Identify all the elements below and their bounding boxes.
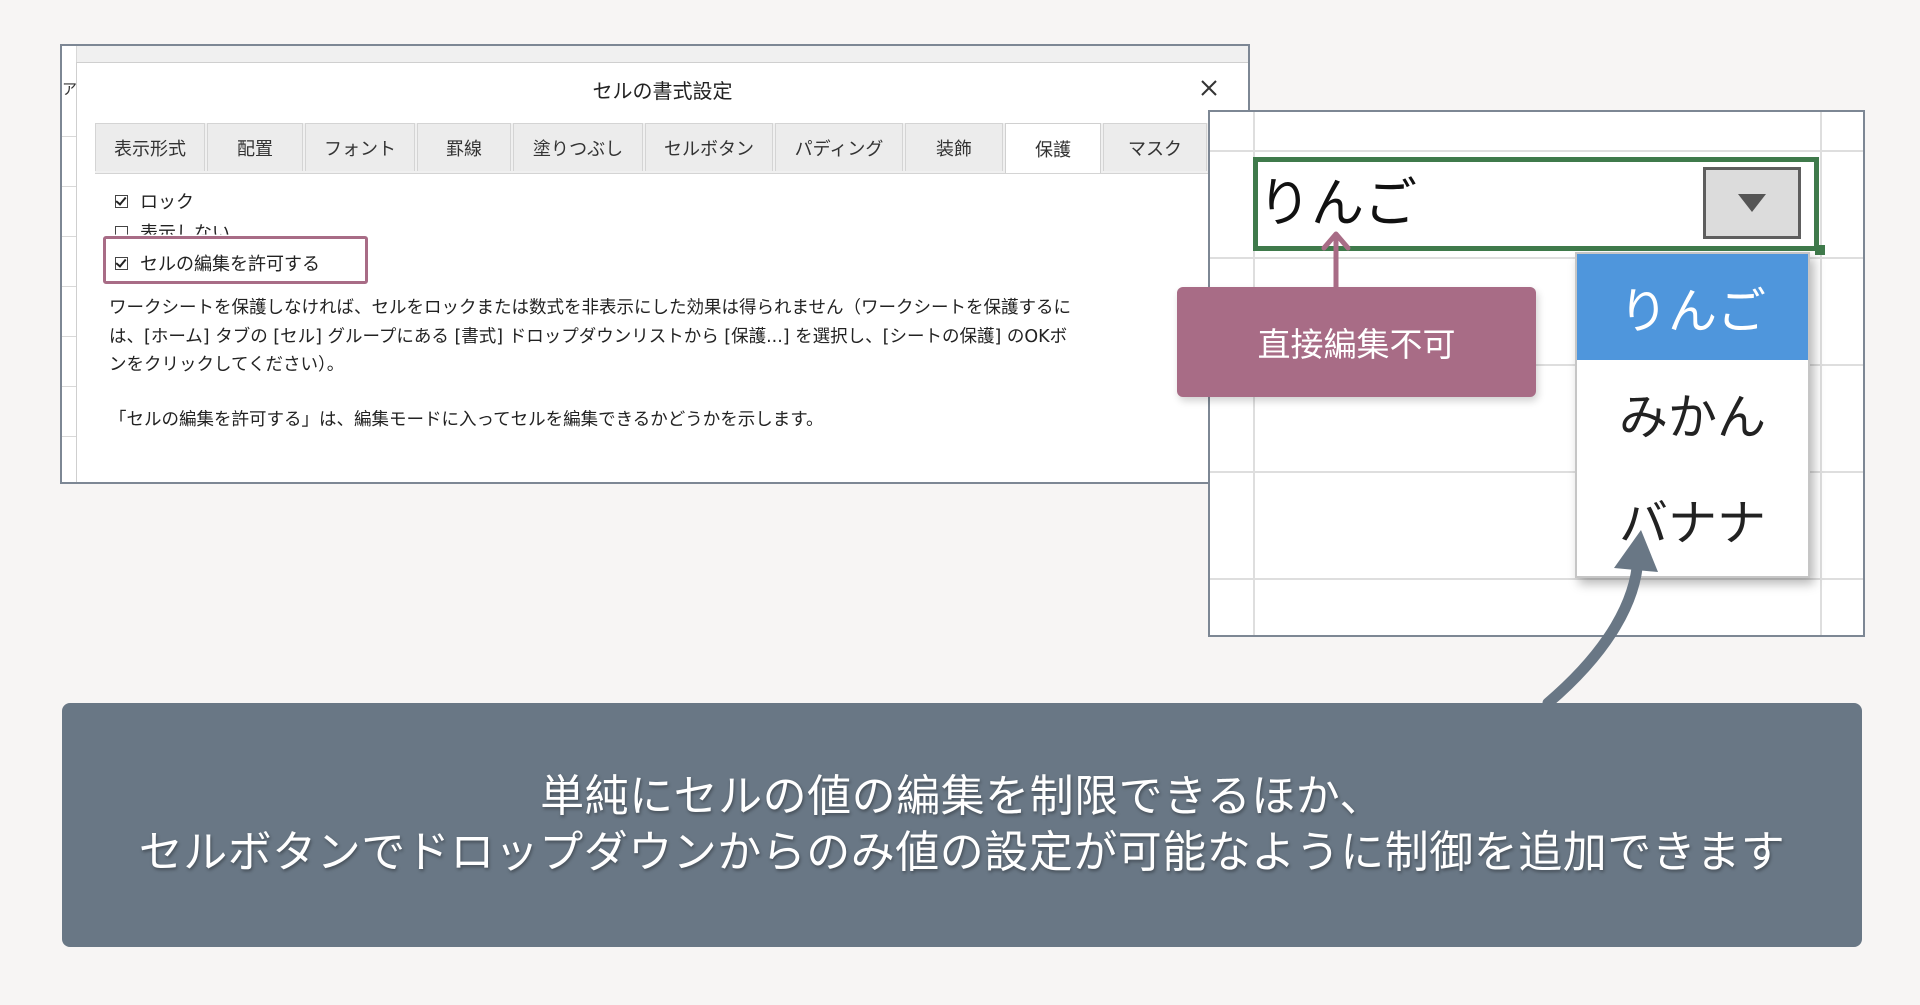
caption-banner: 単純にセルの値の編集を制限できるほか、 セルボタンでドロップダウンからのみ値の設… — [62, 703, 1862, 947]
caption-line-2: セルボタンでドロップダウンからのみ値の設定が可能なように制御を追加できます — [138, 827, 1786, 878]
callout-arrow — [1321, 231, 1351, 287]
caption-line-1: 単純にセルの値の編集を制限できるほか、 — [540, 771, 1384, 822]
curved-up-arrow — [1542, 530, 1658, 709]
